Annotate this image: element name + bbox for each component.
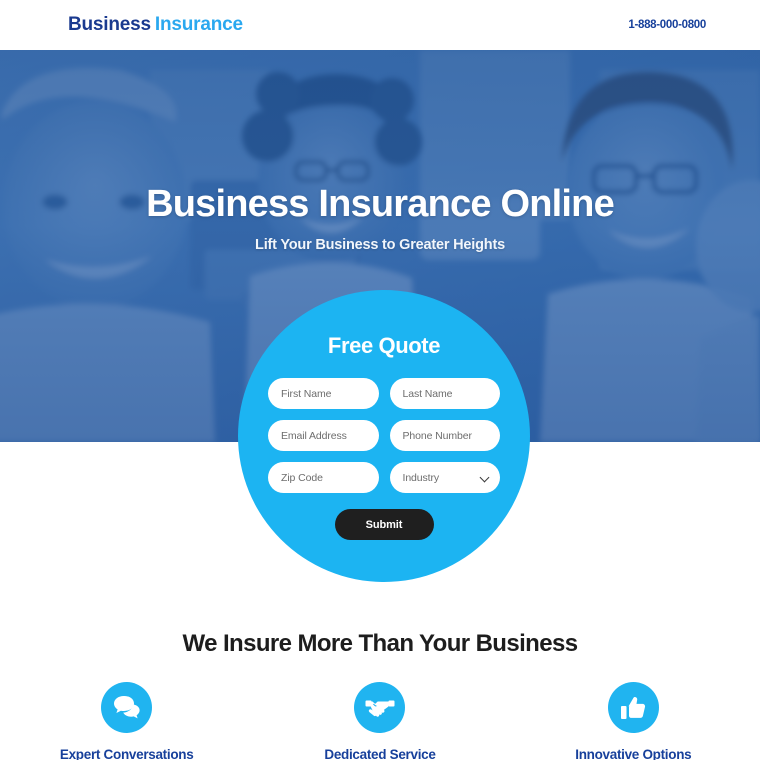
header-phone-number[interactable]: 1-888-000-0800 — [628, 19, 706, 31]
quote-form-fields: First Name Last Name Email Address Phone… — [268, 378, 500, 493]
submit-button[interactable]: Submit — [334, 509, 434, 540]
industry-select-value: Industry — [402, 471, 440, 484]
hero-headline: Business Insurance Online — [146, 183, 615, 225]
first-name-input[interactable]: First Name — [268, 378, 379, 409]
phone-number-input[interactable]: Phone Number — [389, 420, 500, 451]
logo-primary-text: Business — [68, 14, 151, 35]
chevron-down-icon — [479, 472, 490, 482]
free-quote-form-circle: Free Quote First Name Last Name Email Ad… — [238, 290, 530, 582]
site-header: Business Insurance 1-888-000-0800 — [0, 0, 760, 50]
zip-code-input[interactable]: Zip Code — [268, 462, 379, 493]
site-logo[interactable]: Business Insurance — [68, 14, 243, 36]
speech-bubbles-icon — [101, 682, 153, 733]
feature-innovative-options[interactable]: Innovative Options — [507, 682, 760, 760]
feature-label: Expert Conversations — [59, 747, 194, 760]
feature-label: Innovative Options — [575, 747, 692, 760]
last-name-input[interactable]: Last Name — [389, 378, 500, 409]
industry-select[interactable]: Industry — [389, 462, 500, 493]
quote-form-title: Free Quote — [327, 333, 441, 358]
thumbs-up-icon — [607, 682, 659, 733]
feature-label: Dedicated Service — [324, 747, 436, 760]
feature-dedicated-service[interactable]: Dedicated Service — [253, 682, 506, 760]
email-address-input[interactable]: Email Address — [268, 420, 379, 451]
logo-secondary-text: Insurance — [154, 14, 243, 35]
landing-page: Business Insurance 1-888-000-0800 Busine… — [0, 0, 760, 760]
features-heading: We Insure More Than Your Business — [182, 630, 579, 657]
features-list: Expert Conversations Dedicated Service I… — [0, 682, 760, 760]
hero-subheadline: Lift Your Business to Greater Heights — [255, 237, 505, 253]
handshake-icon — [354, 682, 406, 733]
feature-expert-conversations[interactable]: Expert Conversations — [0, 682, 253, 760]
